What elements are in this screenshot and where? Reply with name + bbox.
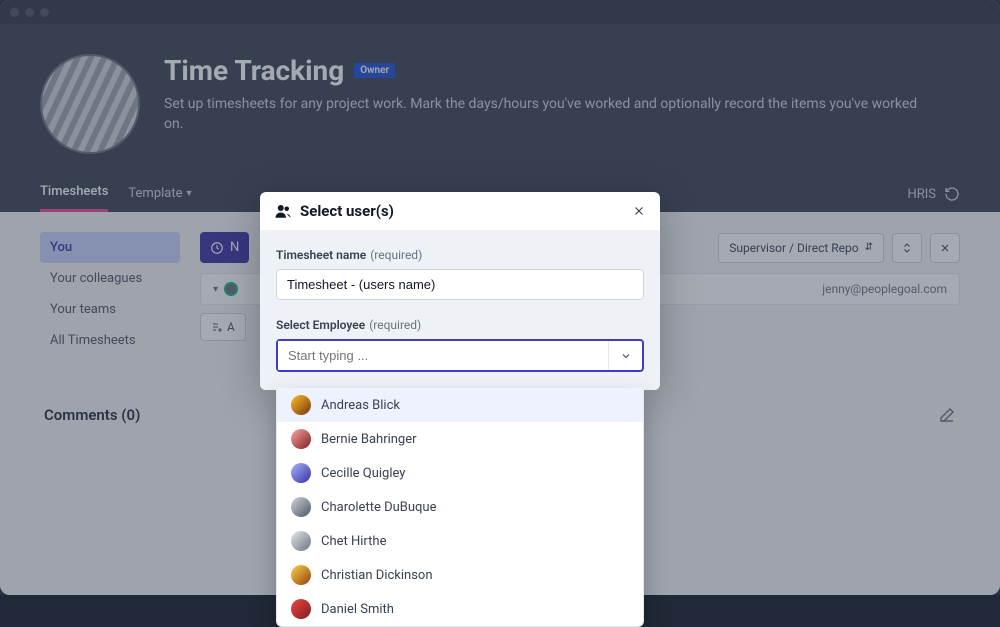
modal-close-button[interactable]: [632, 204, 646, 218]
option-label: Bernie Bahringer: [321, 432, 417, 447]
employee-option[interactable]: Christian Dickinson: [277, 558, 643, 592]
avatar: [291, 463, 311, 483]
option-label: Chet Hirthe: [321, 534, 386, 549]
name-required: (required): [370, 248, 422, 262]
avatar: [291, 531, 311, 551]
option-label: Andreas Blick: [321, 398, 400, 413]
avatar: [291, 599, 311, 619]
modal-title: Select user(s): [300, 202, 394, 220]
combobox-toggle[interactable]: [608, 341, 642, 370]
employee-option[interactable]: Chet Hirthe: [277, 524, 643, 558]
employee-required: (required): [369, 318, 421, 332]
option-label: Charolette DuBuque: [321, 500, 436, 515]
name-label: Timesheet name: [276, 248, 366, 262]
users-icon: [274, 202, 292, 220]
employee-option[interactable]: Daniel Smith: [277, 592, 643, 626]
employee-option[interactable]: Andreas Blick: [277, 388, 643, 422]
option-label: Cecille Quigley: [321, 466, 405, 481]
timesheet-name-input[interactable]: [276, 269, 644, 300]
chevron-down-icon: [620, 350, 632, 362]
avatar: [291, 395, 311, 415]
employee-option[interactable]: Bernie Bahringer: [277, 422, 643, 456]
employee-option[interactable]: Charolette DuBuque: [277, 490, 643, 524]
employee-dropdown: Andreas Blick Bernie Bahringer Cecille Q…: [276, 388, 644, 627]
employee-combobox-input[interactable]: [278, 341, 608, 370]
avatar: [291, 565, 311, 585]
option-label: Christian Dickinson: [321, 568, 433, 583]
avatar: [291, 497, 311, 517]
option-label: Daniel Smith: [321, 602, 394, 617]
employee-label: Select Employee: [276, 318, 365, 332]
select-users-modal: Select user(s) Timesheet name(required) …: [260, 192, 660, 390]
avatar: [291, 429, 311, 449]
employee-option[interactable]: Cecille Quigley: [277, 456, 643, 490]
